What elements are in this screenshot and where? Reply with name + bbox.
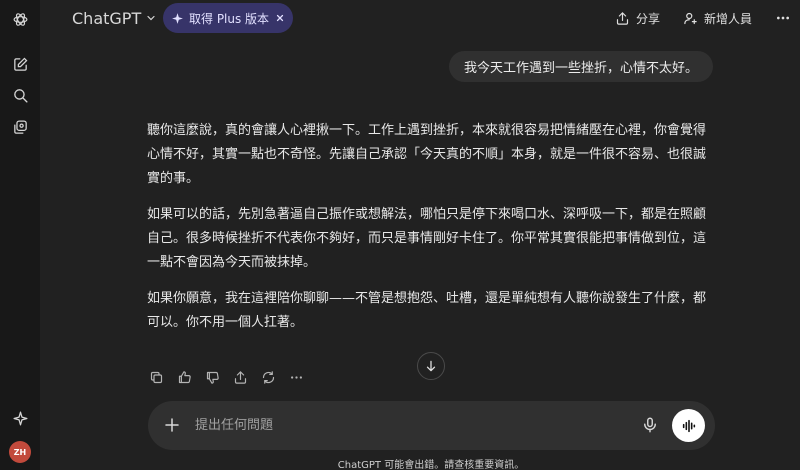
copy-icon[interactable]: [148, 369, 164, 385]
share-label: 分享: [636, 11, 661, 26]
get-plus-label: 取得 Plus 版本: [189, 11, 270, 26]
composer: [148, 401, 715, 450]
add-member-label: 新增人員: [704, 11, 753, 26]
more-icon[interactable]: [288, 369, 304, 385]
arrow-down-icon: [426, 360, 436, 372]
thumbs-up-icon[interactable]: [176, 369, 192, 385]
share-icon: [616, 11, 629, 25]
regenerate-icon[interactable]: [260, 369, 276, 385]
reply-paragraph: 如果可以的話，先別急著逼自己振作或想解法，哪怕只是停下來喝口水、深呼吸一下，都是…: [147, 207, 707, 270]
chevron-down-icon: [147, 15, 155, 21]
sparkle-icon: [172, 12, 183, 24]
openai-logo-icon[interactable]: [6, 5, 34, 33]
more-options-button[interactable]: [772, 6, 794, 30]
reply-paragraph: 聽你這麼說，真的會讓人心裡揪一下。工作上遇到挫折，本來就很容易把情緒壓在心裡，你…: [147, 123, 707, 186]
voice-waveform-icon: [682, 419, 695, 432]
share-icon[interactable]: [232, 369, 248, 385]
reply-paragraph: 如果你願意，我在這裡陪你聊聊——不管是想抱怨、吐槽，還是單純想有人聽你說發生了什…: [147, 291, 707, 330]
model-name-label: ChatGPT: [72, 8, 142, 28]
close-icon[interactable]: [275, 13, 285, 23]
message-actions: [148, 366, 304, 388]
more-icon: [777, 16, 789, 20]
add-user-icon: [684, 12, 697, 24]
get-plus-button[interactable]: 取得 Plus 版本: [163, 3, 293, 33]
add-member-button[interactable]: 新增人員: [683, 6, 752, 30]
sidebar-rail: ZH: [0, 0, 40, 470]
voice-mode-button[interactable]: [672, 409, 705, 442]
share-button[interactable]: 分享: [615, 6, 660, 30]
search-icon[interactable]: [6, 81, 34, 109]
sparkle-icon[interactable]: [6, 404, 34, 432]
new-chat-icon[interactable]: [6, 50, 34, 78]
microphone-icon[interactable]: [641, 416, 659, 434]
model-selector[interactable]: ChatGPT: [72, 6, 157, 30]
library-icon[interactable]: [6, 113, 34, 141]
thumbs-down-icon[interactable]: [204, 369, 220, 385]
user-message-bubble: 我今天工作遇到一些挫折，心情不太好。: [448, 51, 713, 82]
prompt-input[interactable]: [195, 411, 615, 440]
plus-icon[interactable]: [163, 416, 181, 434]
disclaimer-text: ChatGPT 可能會出錯。請查核重要資訊。: [337, 460, 525, 470]
scroll-to-bottom-button[interactable]: [417, 352, 445, 380]
user-message-text: 我今天工作遇到一些挫折，心情不太好。: [463, 61, 698, 76]
assistant-reply: 聽你這麼說，真的會讓人心裡揪一下。工作上遇到挫折，本來就很容易把情緒壓在心裡，你…: [147, 119, 717, 347]
